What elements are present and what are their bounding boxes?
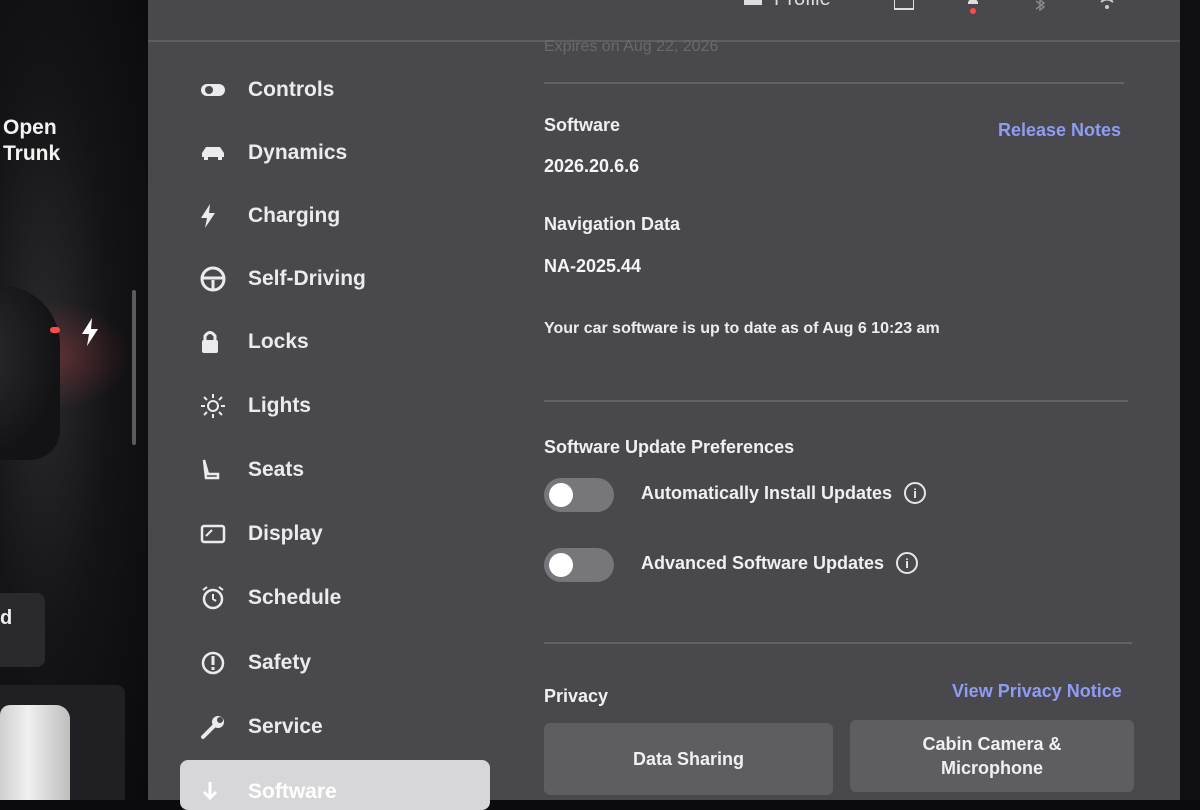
navigation-data-label: Navigation Data: [544, 214, 681, 234]
bluetooth-icon[interactable]: [1034, 0, 1046, 17]
nav-item-locks[interactable]: Locks: [200, 320, 309, 364]
cabin-camera-microphone-button[interactable]: Cabin Camera & Microphone: [850, 720, 1134, 792]
auto-install-updates-row: Automatically Install Updates i: [641, 482, 927, 504]
nav-item-software[interactable]: Software: [180, 760, 490, 810]
nav-item-label: Seats: [248, 458, 305, 481]
screen-bezel: [1180, 0, 1200, 800]
bolt-icon: [200, 201, 234, 231]
release-notes-link[interactable]: Release Notes: [998, 120, 1121, 141]
steering-wheel-icon: [200, 264, 234, 294]
data-sharing-label: Data Sharing: [632, 749, 745, 769]
download-arrow-icon: [200, 777, 234, 807]
nav-item-label: Locks: [248, 330, 309, 353]
software-version: 2026.20.6.6: [544, 156, 640, 176]
toggle-knob: [549, 483, 573, 507]
nav-item-label: Schedule: [248, 586, 342, 609]
update-status-text: Your car software is up to date as of Au…: [544, 320, 940, 337]
nav-item-schedule[interactable]: Schedule: [200, 576, 341, 620]
profile-label: Profile: [774, 0, 831, 10]
advanced-software-updates-toggle[interactable]: [544, 548, 614, 582]
car-icon: [200, 138, 234, 168]
partial-card[interactable]: [0, 593, 45, 667]
media-thumbnail: [0, 705, 70, 800]
display-icon: [200, 519, 234, 549]
advanced-software-updates-label: Advanced Software Updates: [641, 552, 885, 573]
alarm-clock-icon: [200, 583, 234, 613]
tail-light: [50, 327, 60, 333]
section-divider: [544, 400, 1128, 402]
cabin-camera-microphone-label: Cabin Camera & Microphone: [922, 734, 1062, 778]
notification-bell-icon[interactable]: [966, 0, 980, 24]
nav-item-safety[interactable]: Safety: [200, 641, 311, 685]
profile-button[interactable]: Profile: [744, 0, 831, 11]
toggle-knob: [549, 553, 573, 577]
data-sharing-button[interactable]: Data Sharing: [544, 723, 833, 795]
wrench-icon: [200, 712, 234, 742]
profile-icon: [744, 0, 762, 5]
nav-item-display[interactable]: Display: [200, 512, 323, 556]
nav-item-label: Dynamics: [248, 141, 348, 164]
info-icon[interactable]: i: [904, 482, 927, 504]
nav-item-seats[interactable]: Seats: [200, 448, 304, 492]
section-divider: [544, 82, 1124, 84]
nav-item-service[interactable]: Service: [200, 705, 323, 749]
update-preferences-title: Software Update Preferences: [544, 437, 795, 457]
seat-icon: [200, 455, 234, 485]
nav-item-charging[interactable]: Charging: [200, 194, 340, 238]
sun-icon: [200, 391, 234, 421]
nav-item-label: Controls: [248, 78, 335, 101]
open-trunk-button[interactable]: Open Trunk: [3, 115, 60, 167]
nav-item-self-driving[interactable]: Self-Driving: [200, 257, 366, 301]
auto-install-updates-toggle[interactable]: [544, 478, 614, 512]
nav-item-label: Service: [248, 715, 323, 738]
nav-item-label: Safety: [248, 651, 312, 674]
toggle-icon: [200, 75, 234, 105]
charge-bolt-icon[interactable]: [80, 318, 100, 353]
view-privacy-notice-link[interactable]: View Privacy Notice: [952, 681, 1122, 702]
glovebox-icon[interactable]: [893, 0, 915, 17]
wifi-icon[interactable]: [1100, 0, 1114, 17]
software-label: Software: [544, 115, 621, 135]
auto-install-updates-label: Automatically Install Updates: [641, 482, 893, 503]
nav-item-controls[interactable]: Controls: [200, 68, 334, 112]
advanced-software-updates-row: Advanced Software Updates i: [641, 552, 919, 574]
car-panel-scrollbar[interactable]: [132, 290, 136, 445]
nav-item-dynamics[interactable]: Dynamics: [200, 131, 347, 175]
section-divider: [544, 642, 1132, 644]
subscription-expiry-text: Expires on Aug 22, 2026: [544, 38, 719, 55]
alert-icon: [200, 648, 234, 678]
nav-item-label: Display: [248, 522, 323, 545]
nav-item-label: Lights: [248, 394, 311, 417]
lock-icon: [200, 327, 234, 357]
privacy-title: Privacy: [544, 686, 609, 706]
partial-card-label: d: [0, 607, 13, 629]
nav-item-label: Software: [248, 780, 337, 803]
nav-item-lights[interactable]: Lights: [200, 384, 311, 428]
nav-item-label: Charging: [248, 204, 341, 227]
nav-item-label: Self-Driving: [248, 267, 366, 290]
info-icon[interactable]: i: [896, 552, 919, 574]
car-view-panel: Open Trunk d: [0, 0, 148, 800]
settings-panel: Profile Controls Dynamics Charging Self-…: [148, 0, 1180, 810]
navigation-data-version: NA-2025.44: [544, 256, 642, 276]
